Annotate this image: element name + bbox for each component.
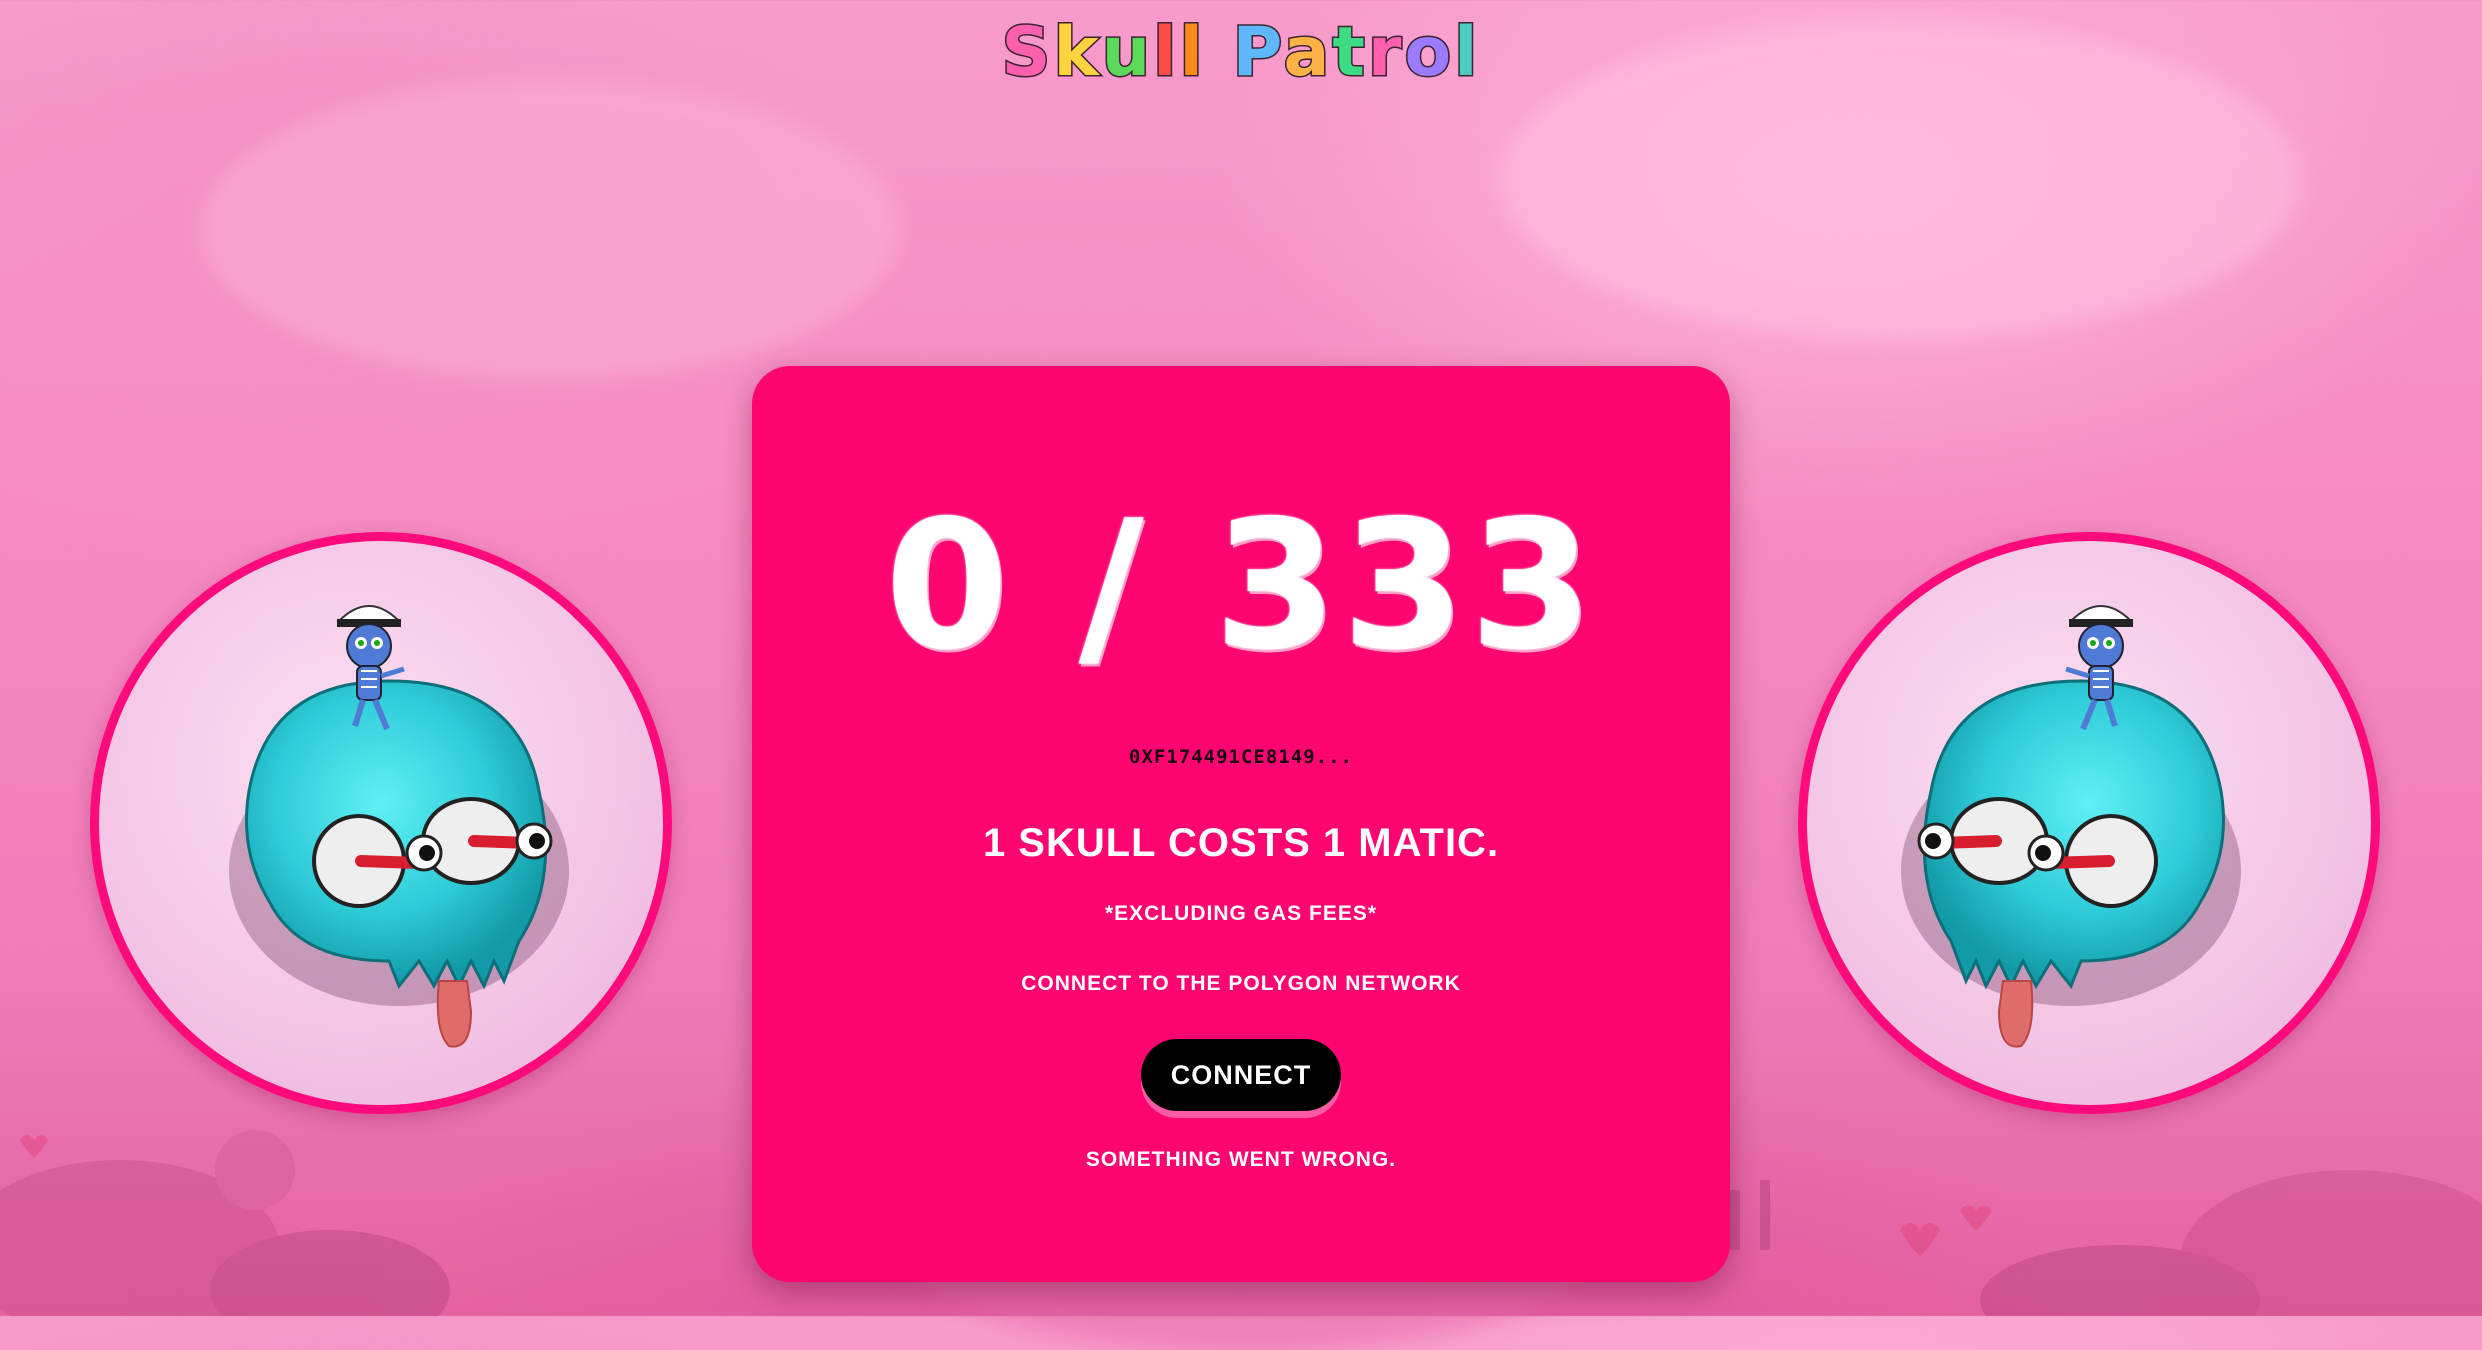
logo-letter: S xyxy=(1000,12,1054,94)
logo-letter: k xyxy=(1052,12,1102,94)
mint-card: 0 / 333 0XF174491CE8149... 1 SKULL COSTS… xyxy=(752,366,1730,1282)
connect-button[interactable]: CONNECT xyxy=(1141,1039,1341,1111)
skull-artwork-left xyxy=(90,532,672,1114)
skull-illustration xyxy=(229,605,569,1048)
logo-letter: P xyxy=(1231,12,1284,94)
logo-letter: a xyxy=(1282,12,1333,94)
skull-illustration xyxy=(1901,605,2241,1048)
skull-artwork-right xyxy=(1798,532,2380,1114)
logo-letter: l xyxy=(1152,12,1180,94)
logo-letter xyxy=(1206,13,1233,92)
price-text: 1 SKULL COSTS 1 MATIC. xyxy=(982,821,1500,865)
site-logo[interactable]: Skull Patrol xyxy=(0,8,2482,98)
error-message: SOMETHING WENT WRONG. xyxy=(1085,1148,1397,1171)
logo-letter: o xyxy=(1403,12,1455,94)
logo-letter: r xyxy=(1366,12,1405,94)
mint-counter: 0 / 333 xyxy=(884,482,1598,689)
network-prompt: CONNECT TO THE POLYGON NETWORK xyxy=(1021,972,1461,995)
wallet-address: 0XF174491CE8149... xyxy=(1129,746,1353,768)
gas-fee-note: *EXCLUDING GAS FEES* xyxy=(1104,902,1378,925)
logo-letter: t xyxy=(1331,12,1368,94)
logo-letter: u xyxy=(1100,12,1154,94)
logo-letter: l xyxy=(1453,12,1481,94)
logo-letter: l xyxy=(1178,12,1206,94)
